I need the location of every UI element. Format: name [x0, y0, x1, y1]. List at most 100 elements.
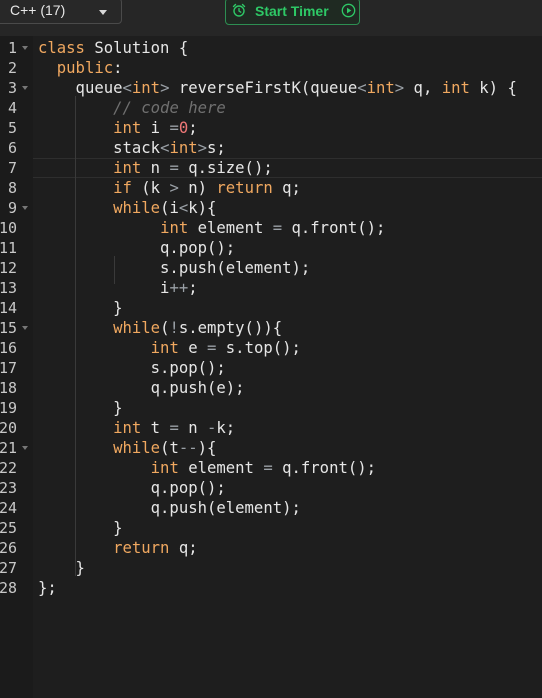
- line-number: 27: [0, 559, 17, 577]
- code-token: --: [178, 439, 198, 457]
- code-line: queue<int> reverseFirstK(queue<int> q, i…: [38, 78, 517, 98]
- code-token: !: [169, 319, 179, 337]
- code-token: q,: [404, 79, 442, 97]
- code-token: (k: [131, 179, 170, 197]
- fold-chevron-icon[interactable]: [22, 326, 28, 330]
- chevron-down-icon: [99, 10, 107, 15]
- code-token: ;: [188, 119, 198, 137]
- code-line: };: [38, 578, 57, 598]
- code-token: int: [366, 79, 395, 97]
- line-number: 20: [0, 419, 17, 437]
- start-timer-label: Start Timer: [255, 3, 329, 19]
- code-token: s.push(element);: [38, 259, 311, 277]
- language-label: C++ (17): [10, 2, 66, 18]
- code-line: // code here: [38, 98, 226, 118]
- code-token: Solution {: [84, 39, 189, 57]
- code-token: q;: [272, 179, 301, 197]
- fold-chevron-icon[interactable]: [22, 206, 28, 210]
- code-line: }: [38, 298, 123, 318]
- code-line: i++;: [38, 278, 198, 298]
- line-number: 5: [7, 119, 17, 137]
- code-token: while: [113, 439, 161, 457]
- code-line: int element = q.front();: [38, 458, 376, 478]
- code-token: q.front();: [282, 219, 386, 237]
- code-token: q.push(e);: [38, 379, 245, 397]
- code-token: element: [178, 459, 264, 477]
- play-circle-icon: [341, 3, 356, 18]
- code-token: // code here: [113, 99, 226, 117]
- code-token: t: [141, 419, 170, 437]
- code-token: (t: [160, 439, 179, 457]
- line-number: 19: [0, 399, 17, 417]
- line-number: 12: [0, 259, 17, 277]
- code-line: int element = q.front();: [38, 218, 385, 238]
- language-select[interactable]: C++ (17): [0, 0, 122, 24]
- line-number: 7: [7, 159, 17, 177]
- line-number: 6: [7, 139, 17, 157]
- code-token: if: [113, 179, 132, 197]
- code-line: class Solution {: [38, 38, 188, 58]
- code-token: >: [169, 179, 179, 197]
- code-token: int: [113, 159, 142, 177]
- line-number-gutter: 1 2 3 4 5 6 7 8 9 10 11 12 13 14 15 16 17 18 19 20 21 22 23 24 2…: [0, 36, 33, 698]
- line-number: 28: [0, 579, 17, 597]
- code-line: public:: [38, 58, 123, 78]
- code-token: :: [113, 59, 123, 77]
- code-token: }: [38, 299, 123, 317]
- line-number: 21: [0, 439, 17, 457]
- code-line: int e = s.top();: [38, 338, 301, 358]
- code-line: int n = q.size();: [38, 158, 273, 178]
- editor-toolbar: C++ (17) Start Timer: [0, 0, 542, 36]
- code-token: reverseFirstK(queue: [169, 79, 358, 97]
- code-line: q.pop();: [38, 478, 226, 498]
- line-number: 26: [0, 539, 17, 557]
- code-token: n: [141, 159, 170, 177]
- code-token: n: [178, 419, 208, 437]
- code-token: -: [207, 419, 217, 437]
- line-number: 16: [0, 339, 17, 357]
- fold-chevron-icon[interactable]: [22, 86, 28, 90]
- code-editor[interactable]: class Solution { public: queue<int> reve…: [33, 36, 542, 698]
- code-token: stack: [38, 139, 161, 157]
- code-token: k) {: [469, 79, 517, 97]
- line-number: 17: [0, 359, 17, 377]
- alarm-clock-icon: [232, 3, 246, 17]
- line-number: 13: [0, 279, 17, 297]
- code-line: if (k > n) return q;: [38, 178, 301, 198]
- code-token: return: [113, 539, 170, 557]
- code-token: int: [441, 79, 470, 97]
- code-line: q.push(e);: [38, 378, 245, 398]
- code-token: 0: [178, 119, 189, 137]
- code-line: while(!s.empty()){: [38, 318, 282, 338]
- code-token: int: [150, 339, 179, 357]
- fold-chevron-icon[interactable]: [22, 446, 28, 450]
- code-line: q.pop();: [38, 238, 235, 258]
- code-token: >: [394, 79, 405, 97]
- code-token: public: [56, 59, 114, 77]
- code-line: int t = n -k;: [38, 418, 235, 438]
- code-line: while(i<k){: [38, 198, 216, 218]
- fold-chevron-icon[interactable]: [22, 46, 28, 50]
- line-number: 3: [7, 79, 17, 97]
- code-token: k;: [216, 419, 236, 437]
- code-token: (i: [160, 199, 179, 217]
- code-token: int: [160, 219, 189, 237]
- code-token: i: [141, 119, 170, 137]
- code-token: return: [216, 179, 273, 197]
- code-token: q.front();: [272, 459, 377, 477]
- code-token: s.pop();: [38, 359, 226, 377]
- code-token: int: [150, 459, 179, 477]
- code-token: >: [197, 139, 208, 157]
- start-timer-button[interactable]: Start Timer: [225, 0, 360, 25]
- code-token: class: [38, 39, 85, 57]
- line-number: 23: [0, 479, 17, 497]
- code-token: k){: [188, 199, 217, 217]
- line-number: 14: [0, 299, 17, 317]
- code-token: <: [357, 79, 367, 97]
